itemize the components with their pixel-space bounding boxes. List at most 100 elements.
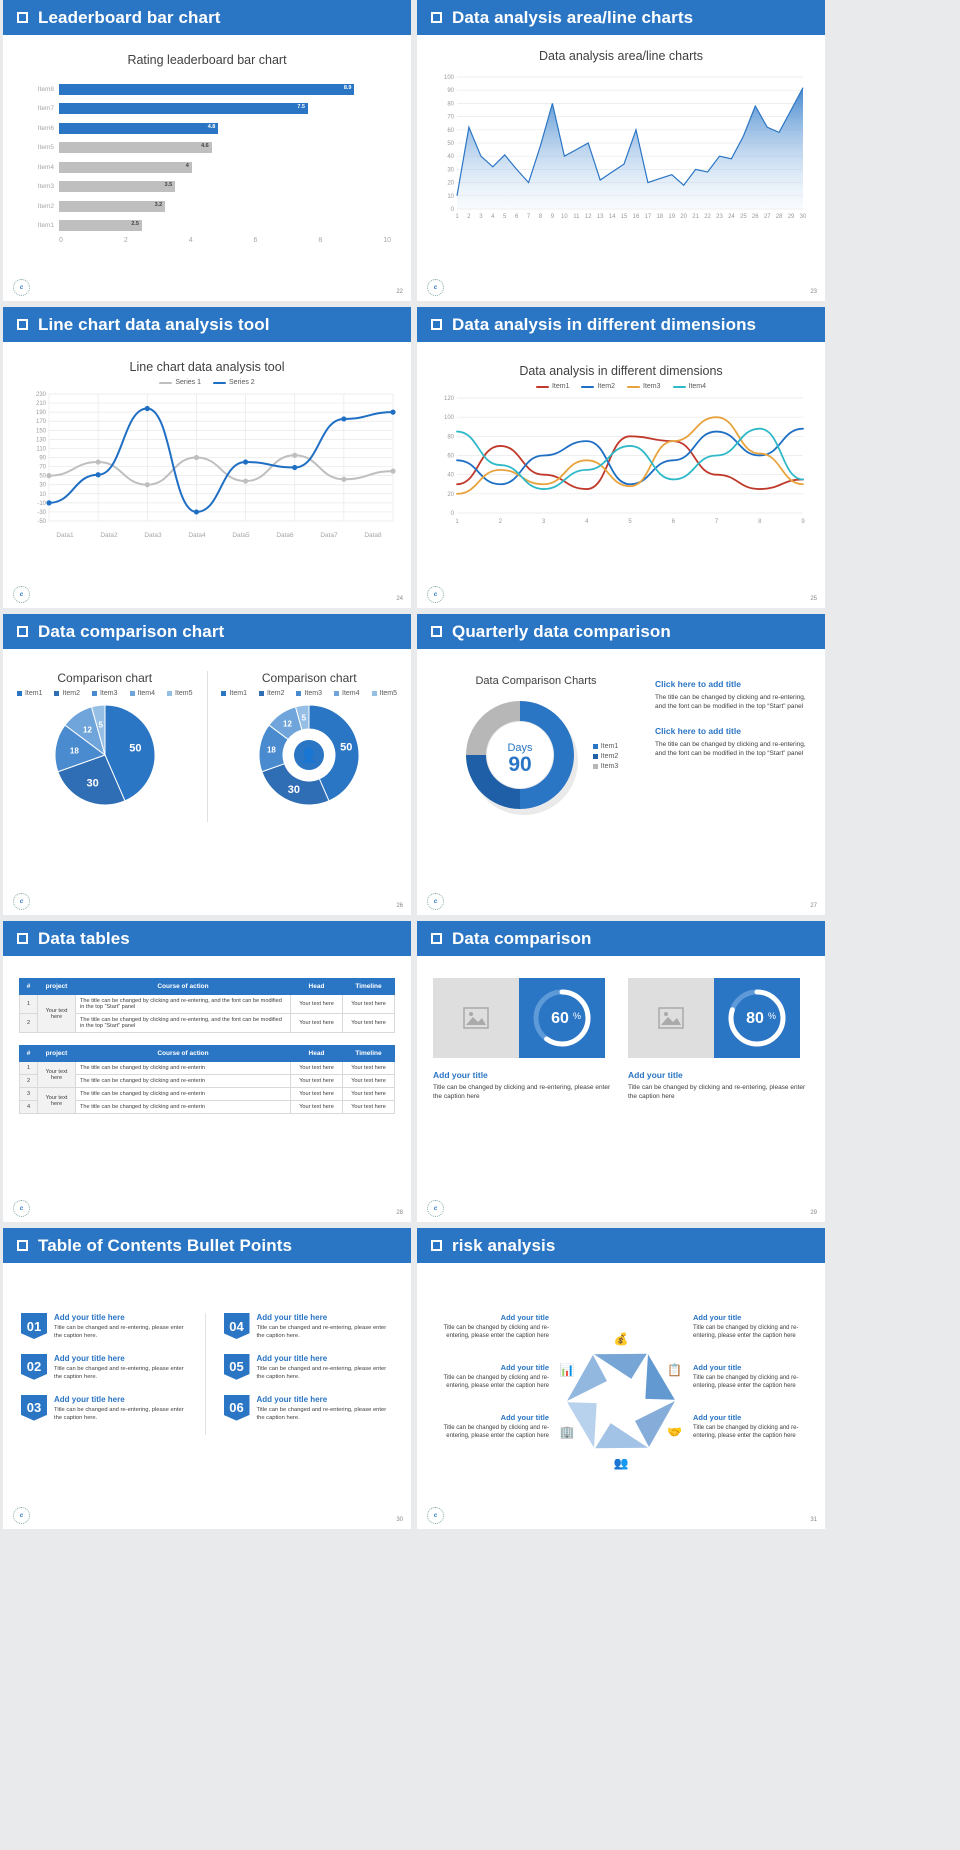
slide-title: Line chart data analysis tool: [38, 314, 270, 334]
svg-text:80: 80: [746, 1010, 764, 1027]
bullet-heading[interactable]: Add your title here: [54, 1395, 191, 1404]
column-header: Timeline: [342, 978, 395, 995]
axis-tick: Data4: [188, 532, 206, 539]
svg-text:6: 6: [515, 214, 519, 220]
cell-project[interactable]: Your text here: [37, 1087, 76, 1114]
cell-head[interactable]: Your text here: [290, 1061, 343, 1075]
list-item[interactable]: 06 Add your title here Title can be change…: [223, 1394, 394, 1423]
bar-chart-x-axis: 0 2 4 6 8 10: [59, 237, 391, 244]
slide-title: Data analysis in different dimensions: [452, 314, 757, 334]
cell-course[interactable]: The title can be changed by clicking and…: [75, 994, 291, 1014]
cell-project[interactable]: Your text here: [37, 1061, 76, 1088]
bar-fill: 3.5: [59, 181, 176, 192]
svg-text:50: 50: [340, 741, 352, 753]
chart-legend: Item1 Item2 Item3 Item4 Item5: [208, 690, 412, 697]
cell-course[interactable]: The title can be changed by clicking and…: [75, 1013, 291, 1033]
bar-label: Item2: [37, 202, 54, 210]
checkbox-square-icon: [431, 1240, 442, 1251]
cell-timeline[interactable]: Your text here: [342, 1074, 395, 1088]
svg-text:110: 110: [36, 446, 46, 452]
table-row[interactable]: 4 The title can be changed by clicking an…: [19, 1100, 395, 1114]
cell-head[interactable]: Your text here: [290, 994, 343, 1014]
risk-heading[interactable]: Add your title: [693, 1363, 813, 1372]
svg-text:30: 30: [288, 784, 300, 796]
legend-item: Series 1: [159, 379, 201, 386]
risk-body: Title can be changed by clicking and re-…: [693, 1325, 799, 1340]
chart-legend: Item1 Item2 Item3: [592, 743, 618, 773]
legend-swatch: [91, 691, 97, 696]
table-row[interactable]: 1 Your text here The title can be changed …: [19, 1061, 395, 1088]
svg-text:30: 30: [86, 777, 98, 789]
list-item[interactable]: 04 Add your title here Title can be change…: [223, 1313, 394, 1341]
bullet-heading[interactable]: Add your title here: [257, 1395, 394, 1404]
slide-line-chart-tool: Line chart data analysis tool Line chart…: [3, 307, 411, 608]
list-item[interactable]: 03 Add your title here Title can be change…: [21, 1394, 191, 1423]
card-heading[interactable]: Add your title: [628, 1070, 809, 1080]
bullet-heading[interactable]: Add your title here: [257, 1313, 394, 1322]
legend-label: Item4: [342, 690, 360, 697]
legend-swatch: [54, 691, 60, 696]
legend-label: Item3: [99, 690, 118, 697]
checkbox-square-icon: [431, 933, 442, 944]
svg-text:30: 30: [39, 483, 46, 489]
risk-heading[interactable]: Add your title: [693, 1313, 813, 1322]
svg-text:📊: 📊: [560, 1363, 575, 1377]
cell-head[interactable]: Your text here: [290, 1087, 343, 1101]
cell-timeline[interactable]: Your text here: [342, 994, 395, 1014]
cell-head[interactable]: Your text here: [290, 1100, 343, 1114]
cell-head[interactable]: Your text here: [290, 1013, 343, 1033]
cell-course[interactable]: The title can be changed by clicking and…: [75, 1100, 291, 1114]
table-row[interactable]: 1 Your text here The title can be changed …: [19, 994, 395, 1033]
bullet-heading[interactable]: Add your title here: [54, 1313, 191, 1322]
cell-course[interactable]: The title can be changed by clicking and…: [75, 1061, 291, 1075]
block-heading[interactable]: Click here to add title: [655, 726, 811, 736]
cell-timeline[interactable]: Your text here: [342, 1061, 395, 1075]
svg-text:120: 120: [444, 396, 455, 402]
cell-course[interactable]: The title can be changed by clicking and…: [75, 1074, 291, 1088]
donut-chart-panel: Comparison chart Item1 Item2 Item3 Item4 Ite…: [208, 671, 412, 822]
table-row[interactable]: 3 Your text here The title can be changed …: [19, 1087, 395, 1114]
svg-text:90: 90: [447, 88, 454, 94]
chart-legend: Item1 Item2 Item3 Item4 Item5: [3, 690, 207, 697]
checkbox-square-icon: [17, 1240, 28, 1251]
risk-heading[interactable]: Add your title: [693, 1413, 813, 1422]
cell-head[interactable]: Your text here: [290, 1074, 343, 1088]
slide-header: Quarterly data comparison: [417, 614, 825, 649]
page-number: 29: [810, 1210, 817, 1216]
cell-timeline[interactable]: Your text here: [342, 1013, 395, 1033]
list-item[interactable]: 02 Add your title here Title can be change…: [21, 1353, 191, 1382]
legend-swatch: [159, 381, 173, 384]
slide-toc-bullet-points: Table of Contents Bullet Points 01 Add yo…: [3, 1228, 411, 1529]
data-table-2[interactable]: # project Course of action Head Timeline 1 You…: [19, 1045, 395, 1114]
page-number: 23: [810, 289, 817, 295]
legend-swatch: [296, 691, 302, 696]
bar-track: 8.9: [59, 83, 391, 95]
data-table-1[interactable]: # project Course of action Head Timeline 1 You…: [19, 978, 395, 1033]
svg-text:60: 60: [551, 1010, 569, 1027]
legend-item: Item3: [91, 690, 118, 697]
column-header: Head: [290, 1045, 343, 1062]
svg-text:6: 6: [672, 519, 676, 525]
card-heading[interactable]: Add your title: [433, 1070, 614, 1080]
bar-row: Item4 4: [23, 159, 391, 175]
list-item[interactable]: 05 Add your title here Title can be change…: [223, 1353, 394, 1382]
checkbox-square-icon: [17, 319, 28, 330]
cell-timeline[interactable]: Your text here: [342, 1100, 395, 1114]
cell-course[interactable]: The title can be changed by clicking and…: [75, 1087, 291, 1101]
cell-timeline[interactable]: Your text here: [342, 1087, 395, 1101]
slide-title: Data comparison chart: [38, 621, 225, 641]
bullet-heading[interactable]: Add your title here: [257, 1354, 394, 1363]
axis-tick: 6: [253, 237, 258, 244]
bullet-heading[interactable]: Add your title here: [54, 1354, 191, 1363]
svg-text:10: 10: [561, 214, 568, 220]
legend-item: Item1: [535, 383, 569, 390]
list-item[interactable]: 01 Add your title here Title can be change…: [21, 1313, 191, 1341]
image-placeholder[interactable]: [628, 978, 714, 1058]
cell-project[interactable]: Your text here: [37, 994, 76, 1033]
block-heading[interactable]: Click here to add title: [655, 679, 811, 689]
table-row[interactable]: 2 The title can be changed by clicking an…: [19, 1013, 395, 1033]
svg-text:100: 100: [444, 75, 455, 81]
image-placeholder[interactable]: [433, 978, 519, 1058]
table-row[interactable]: 2 The title can be changed by clicking an…: [19, 1074, 395, 1088]
table-header-row: # project Course of action Head Timeline: [19, 1045, 395, 1062]
